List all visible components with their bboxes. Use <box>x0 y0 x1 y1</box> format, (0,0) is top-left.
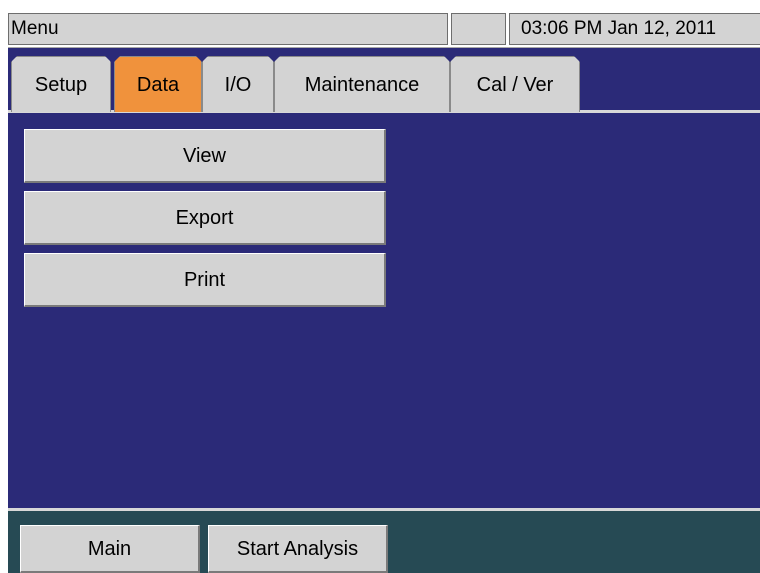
tab-io-label: I/O <box>224 74 252 96</box>
title-bar: Menu 03:06 PM Jan 12, 2011 <box>8 13 760 47</box>
status-field <box>451 13 506 45</box>
tab-cal-ver[interactable]: Cal / Ver <box>450 56 580 112</box>
bottom-bar: Main Start Analysis <box>8 508 760 573</box>
datetime-display: 03:06 PM Jan 12, 2011 <box>509 13 760 45</box>
tab-setup[interactable]: Setup <box>11 56 111 112</box>
tab-io[interactable]: I/O <box>202 56 274 112</box>
view-button[interactable]: View <box>24 129 386 183</box>
tab-maintenance-label: Maintenance <box>304 74 420 96</box>
print-button[interactable]: Print <box>24 253 386 307</box>
menu-title: Menu <box>8 13 448 45</box>
export-button[interactable]: Export <box>24 191 386 245</box>
tab-cal-ver-label: Cal / Ver <box>476 74 554 96</box>
tab-strip: Setup Data I/O Maintenance Cal / Ver <box>8 47 760 113</box>
tab-setup-label: Setup <box>34 74 88 96</box>
start-analysis-button[interactable]: Start Analysis <box>208 525 388 573</box>
tab-maintenance[interactable]: Maintenance <box>274 56 450 112</box>
main-button[interactable]: Main <box>20 525 200 573</box>
tab-data-label: Data <box>136 74 180 96</box>
instrument-screen: Menu 03:06 PM Jan 12, 2011 Setup Data I/… <box>8 13 760 573</box>
tab-data[interactable]: Data <box>114 56 202 112</box>
